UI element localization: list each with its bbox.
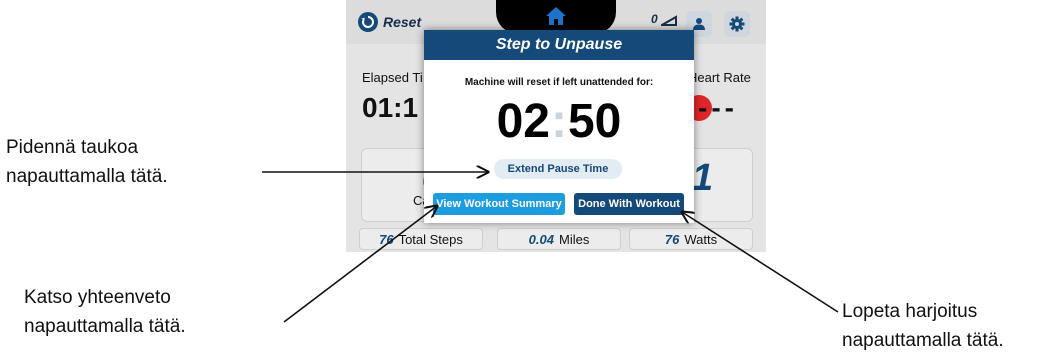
annotation-arrows	[262, 0, 839, 323]
done-arrow	[682, 212, 839, 313]
summary-arrow	[283, 206, 437, 323]
